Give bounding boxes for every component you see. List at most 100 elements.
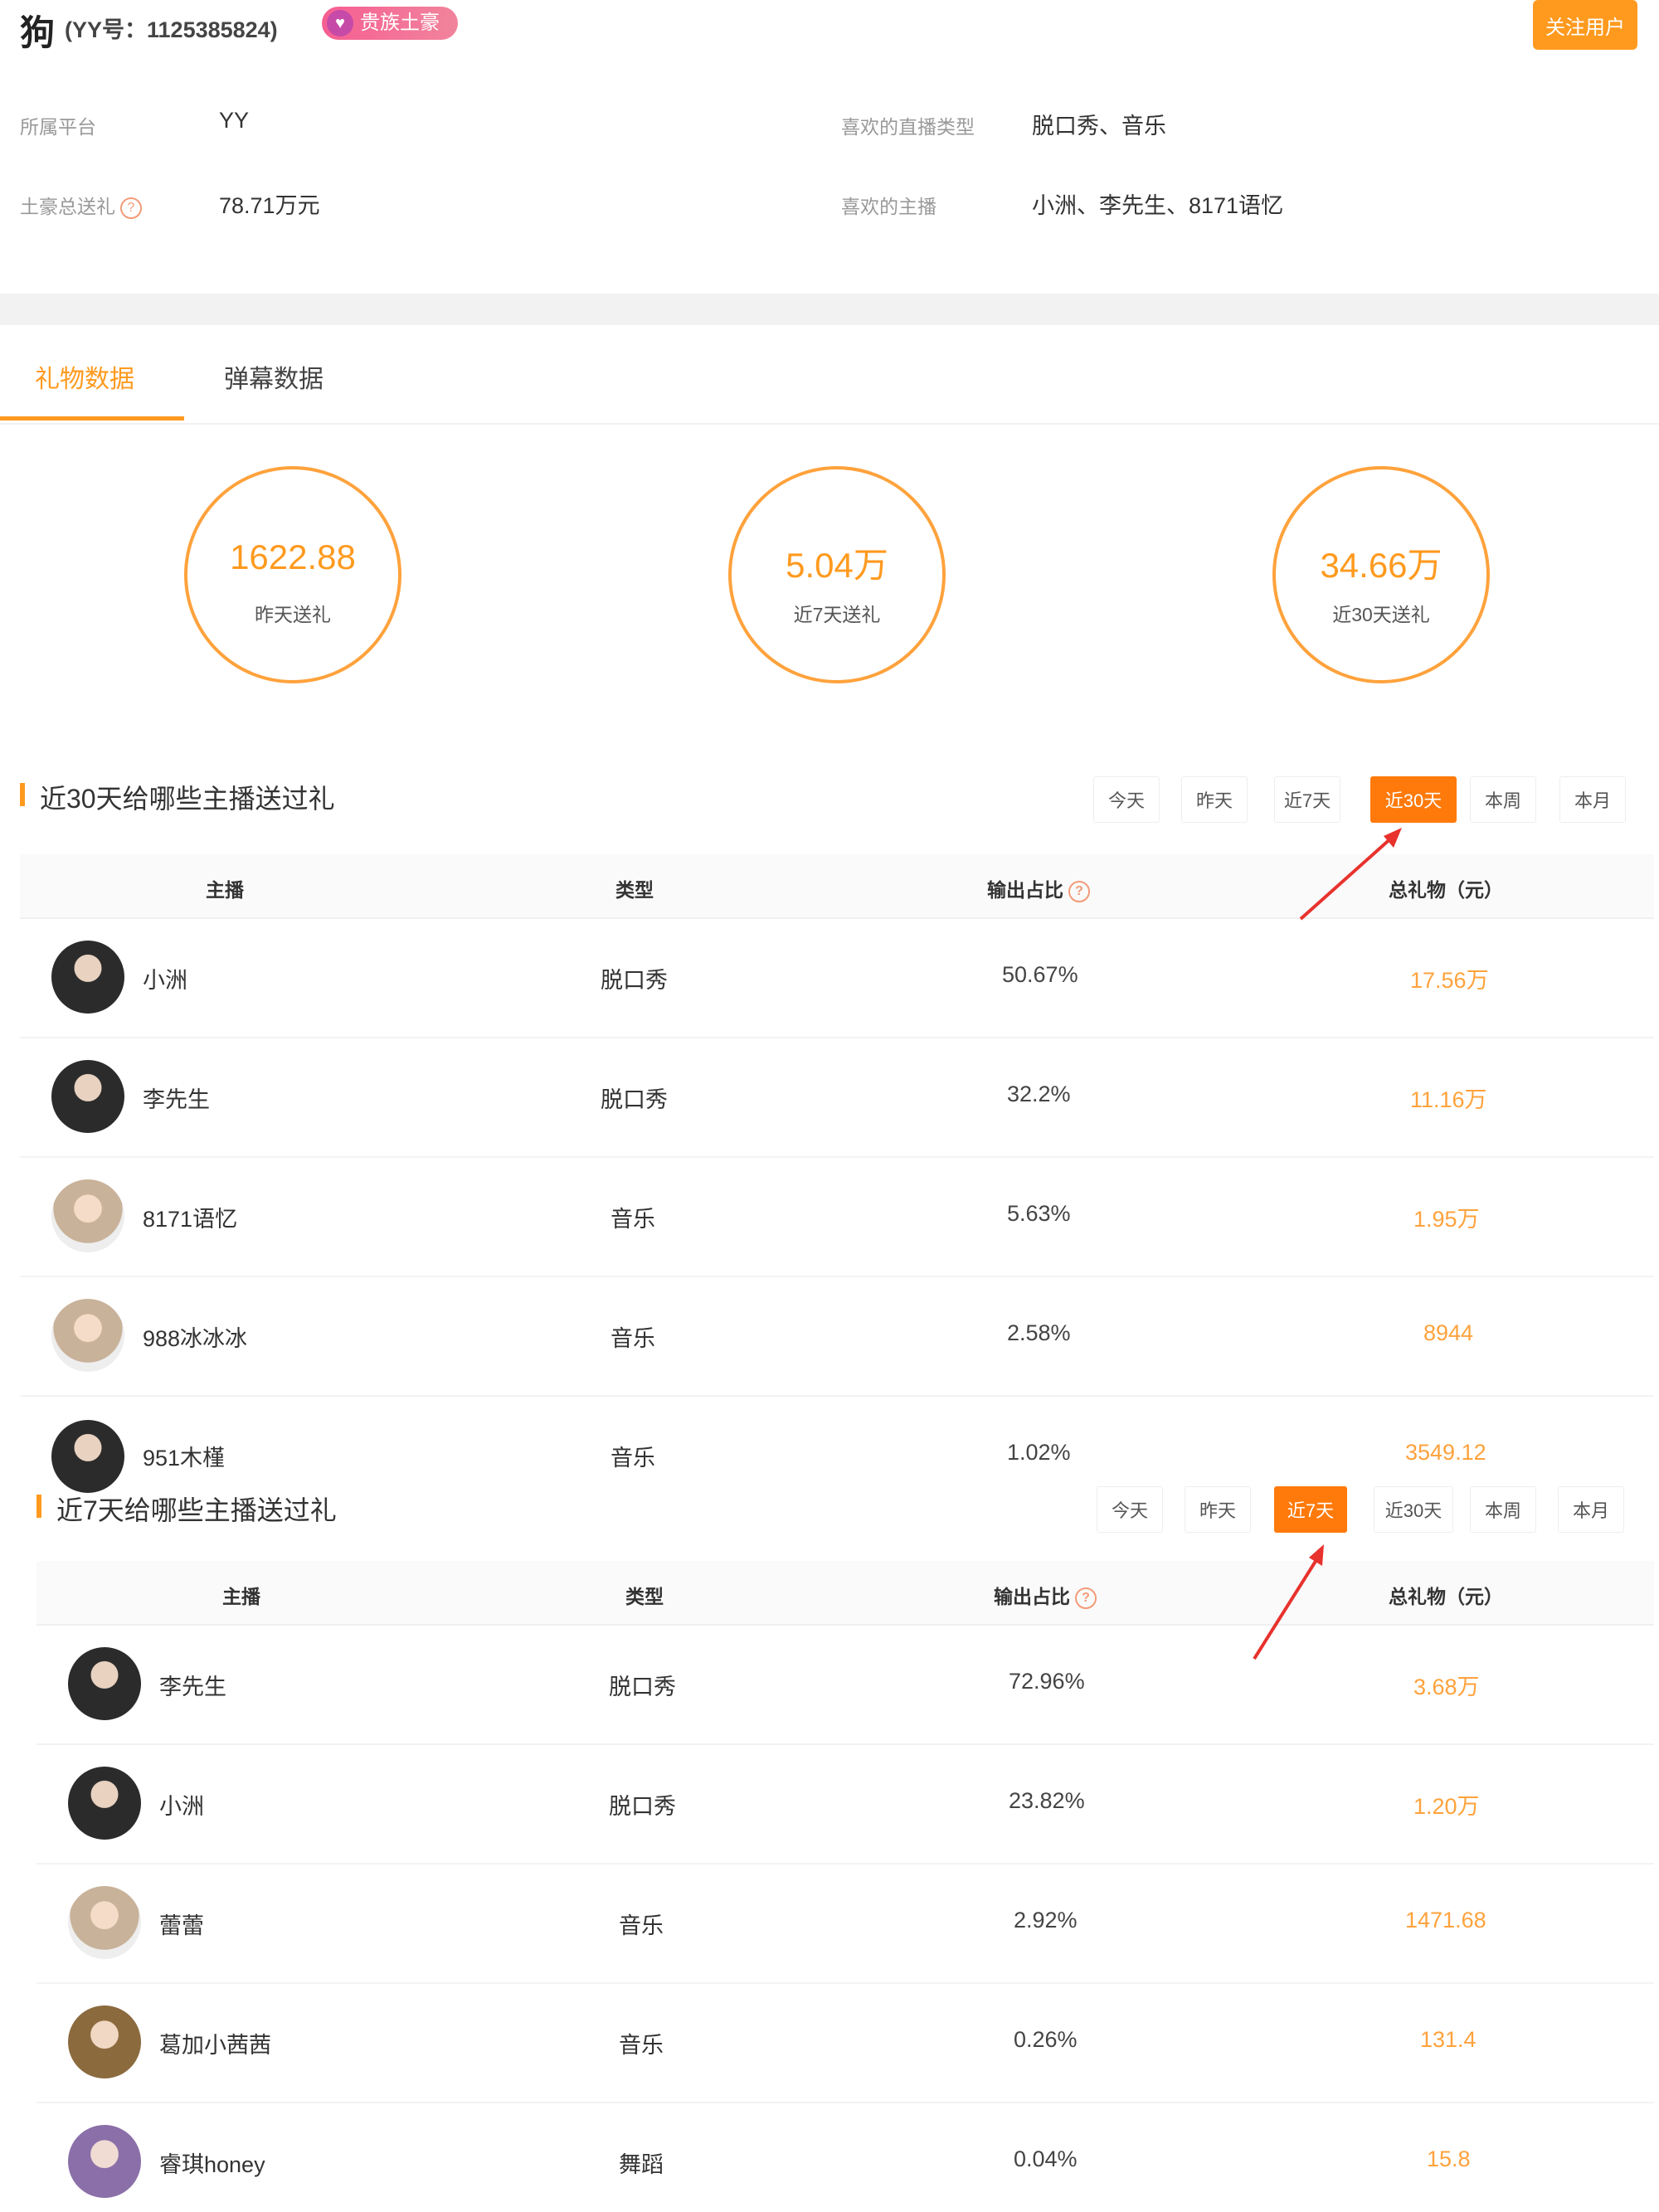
filter-this-week[interactable]: 本周 (1470, 1486, 1536, 1533)
stat-yesterday-label: 昨天送礼 (255, 604, 331, 625)
filter-today[interactable]: 今天 (1093, 776, 1160, 823)
table-30days-title: 近30天给哪些主播送过礼 (20, 778, 335, 816)
filter-this-month[interactable]: 本月 (1558, 1486, 1624, 1533)
anchor-name: 李先生 (143, 1087, 210, 1112)
stat-30days-value: 34.66万 (1320, 546, 1443, 585)
anchor-type: 音乐 (611, 1207, 655, 1232)
avatar (68, 2125, 141, 2198)
user-header: 狗 (YY号：1125385824) ♥ 贵族土豪 关注用户 所属平台 YY 土… (0, 0, 1659, 294)
favorite-type-label: 喜欢的直播类型 (841, 116, 975, 138)
help-icon[interactable]: ? (120, 197, 142, 219)
anchor-type: 音乐 (619, 2033, 664, 2058)
anchor-type: 音乐 (619, 1913, 664, 1938)
gift-share: 2.92% (1014, 1908, 1078, 1932)
avatar (68, 1647, 141, 1720)
stat-7days-label: 近7天送礼 (793, 604, 881, 625)
table-row[interactable]: 李先生 脱口秀 32.2% 11.16万 (20, 1037, 1654, 1158)
anchor-name: 8171语忆 (143, 1207, 238, 1232)
help-icon[interactable]: ? (1068, 880, 1090, 902)
tab-gift-data[interactable]: 礼物数据 (35, 358, 134, 395)
table-row[interactable]: 李先生 脱口秀 72.96% 3.68万 (36, 1624, 1654, 1745)
total-gift-value: 78.71万元 (219, 193, 320, 218)
anchor-name: 李先生 (159, 1675, 226, 1699)
stat-yesterday: 1622.88 昨天送礼 (184, 466, 401, 683)
gift-amount: 11.16万 (1410, 1087, 1487, 1112)
gift-share: 32.2% (1007, 1082, 1071, 1106)
filter-7days[interactable]: 近7天 (1274, 1486, 1347, 1533)
anchor-type: 音乐 (611, 1446, 655, 1471)
filter-yesterday[interactable]: 昨天 (1185, 1486, 1251, 1533)
table-30days-title-text: 近30天给哪些主播送过礼 (40, 784, 335, 814)
total-gift-label-text: 土豪总送礼 (20, 196, 115, 217)
anchor-type: 舞蹈 (619, 2152, 664, 2177)
anchor-name: 葛加小茜茜 (159, 2033, 271, 2058)
section-divider (0, 294, 1659, 325)
total-gift-label: 土豪总送礼? (20, 191, 142, 219)
anchor-name: 睿琪honey (159, 2152, 265, 2177)
table-7days: 近7天给哪些主播送过礼 今天 昨天 近7天 近30天 本周 本月 主播 类型 输… (36, 1471, 1654, 2212)
avatar (68, 1767, 141, 1840)
stat-yesterday-value: 1622.88 (230, 537, 356, 576)
gift-share: 23.82% (1009, 1788, 1085, 1813)
table-row[interactable]: 小洲 脱口秀 23.82% 1.20万 (36, 1743, 1654, 1864)
gift-amount: 8944 (1423, 1320, 1474, 1345)
filter-30days[interactable]: 近30天 (1370, 776, 1457, 823)
title-accent-bar (20, 783, 25, 806)
col-total-gift: 总礼物（元） (1389, 1586, 1503, 1607)
table-row[interactable]: 988冰冰冰 音乐 2.58% 8944 (20, 1276, 1654, 1397)
col-anchor: 主播 (206, 879, 244, 901)
gift-share: 72.96% (1009, 1669, 1085, 1694)
favorite-type-value: 脱口秀、音乐 (1032, 114, 1166, 139)
user-name: 狗 (20, 13, 56, 52)
avatar (51, 941, 124, 1014)
gift-amount: 3.68万 (1413, 1675, 1480, 1699)
filter-this-month[interactable]: 本月 (1559, 776, 1626, 823)
table-row[interactable]: 小洲 脱口秀 50.67% 17.56万 (20, 917, 1654, 1038)
anchor-name: 小洲 (159, 1794, 204, 1819)
filter-yesterday[interactable]: 昨天 (1181, 776, 1248, 823)
gift-amount: 131.4 (1420, 2027, 1477, 2052)
annotation-arrow (1253, 1544, 1324, 1660)
platform-label: 所属平台 (20, 116, 96, 138)
avatar (51, 1299, 124, 1372)
anchor-type: 脱口秀 (601, 1087, 668, 1112)
anchor-name: 988冰冰冰 (143, 1326, 248, 1351)
gift-amount: 3549.12 (1405, 1440, 1486, 1465)
gift-amount: 1471.68 (1405, 1908, 1486, 1932)
table-row[interactable]: 蕾蕾 音乐 2.92% 1471.68 (36, 1863, 1654, 1984)
gift-amount: 17.56万 (1410, 968, 1489, 993)
anchor-type: 脱口秀 (601, 968, 668, 993)
follow-user-button[interactable]: 关注用户 (1533, 0, 1637, 50)
avatar (68, 2005, 141, 2078)
gift-share: 1.02% (1007, 1440, 1071, 1465)
filter-30days[interactable]: 近30天 (1374, 1486, 1453, 1533)
arrow-line (1253, 1554, 1321, 1660)
anchor-name: 小洲 (143, 968, 187, 993)
col-type: 类型 (625, 1586, 664, 1607)
col-type: 类型 (615, 879, 654, 901)
table-row[interactable]: 葛加小茜茜 音乐 0.26% 131.4 (36, 1982, 1654, 2103)
avatar (51, 1060, 124, 1133)
gift-share: 2.58% (1007, 1320, 1071, 1345)
gift-amount: 15.8 (1427, 2146, 1471, 2171)
filter-this-week[interactable]: 本周 (1470, 776, 1536, 823)
table-row[interactable]: 睿琪honey 舞蹈 0.04% 15.8 (36, 2102, 1654, 2212)
gift-share: 0.04% (1014, 2146, 1078, 2171)
table-row[interactable]: 8171语忆 音乐 5.63% 1.95万 (20, 1156, 1654, 1277)
stat-30days-label: 近30天送礼 (1332, 604, 1430, 625)
col-share-text: 输出占比 (987, 879, 1063, 901)
stat-7days: 5.04万 近7天送礼 (728, 466, 946, 683)
level-badge: ♥ 贵族土豪 (322, 7, 458, 40)
table-header: 主播 类型 输出占比? 总礼物（元） (36, 1561, 1654, 1626)
help-icon[interactable]: ? (1075, 1587, 1097, 1609)
tab-danmaku-data[interactable]: 弹幕数据 (224, 358, 324, 395)
avatar (68, 1886, 141, 1959)
favorite-anchor-value: 小洲、李先生、8171语忆 (1032, 193, 1284, 218)
annotation-arrow (1299, 828, 1402, 921)
table-7days-title-text: 近7天给哪些主播送过礼 (56, 1495, 337, 1525)
filter-7days[interactable]: 近7天 (1274, 776, 1340, 823)
filter-today[interactable]: 今天 (1097, 1486, 1163, 1533)
favorite-anchor-label: 喜欢的主播 (841, 196, 937, 217)
col-anchor: 主播 (222, 1586, 260, 1607)
table-row[interactable]: 951木槿 音乐 1.02% 3549.12 (20, 1395, 1654, 1493)
